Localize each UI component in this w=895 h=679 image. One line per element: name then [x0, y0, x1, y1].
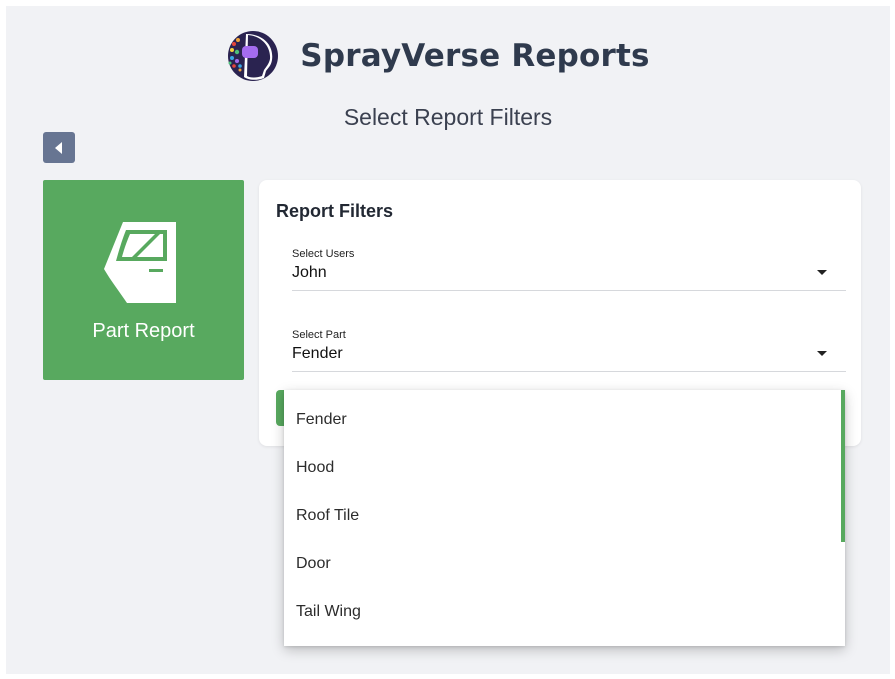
- tile-label: Part Report: [92, 320, 195, 342]
- back-button[interactable]: [43, 132, 75, 163]
- app-title: SprayVerse Reports: [300, 38, 650, 74]
- select-part-value: Fender: [292, 345, 343, 362]
- brand-header: SprayVerse Reports: [0, 30, 880, 82]
- dropdown-option-hood[interactable]: Hood: [296, 459, 334, 477]
- card-title: Report Filters: [276, 201, 394, 221]
- dropdown-option-fender[interactable]: Fender: [296, 411, 347, 429]
- page-subtitle: Select Report Filters: [343, 104, 553, 130]
- part-dropdown-menu: Fender Hood Roof Tile Door Tail Wing: [284, 390, 845, 646]
- field-underline: [292, 371, 846, 372]
- dropdown-option-door[interactable]: Door: [296, 555, 331, 573]
- part-report-tile[interactable]: Part Report: [43, 180, 244, 380]
- sprayverse-face-logo-icon: [228, 31, 279, 81]
- caret-down-icon: [817, 351, 827, 356]
- dropdown-scrollbar[interactable]: [841, 390, 845, 542]
- dropdown-option-tail-wing[interactable]: Tail Wing: [296, 603, 361, 621]
- select-part-label: Select Part: [292, 329, 346, 341]
- dropdown-option-roof-tile[interactable]: Roof Tile: [296, 507, 359, 525]
- select-users-value: John: [292, 264, 327, 281]
- triangle-left-icon: [55, 141, 62, 154]
- select-users-label: Select Users: [292, 248, 355, 260]
- field-underline: [292, 290, 846, 291]
- car-door-icon: [104, 222, 176, 303]
- page-background: SprayVerse Reports Select Report Filters…: [6, 6, 890, 674]
- caret-down-icon: [817, 270, 827, 275]
